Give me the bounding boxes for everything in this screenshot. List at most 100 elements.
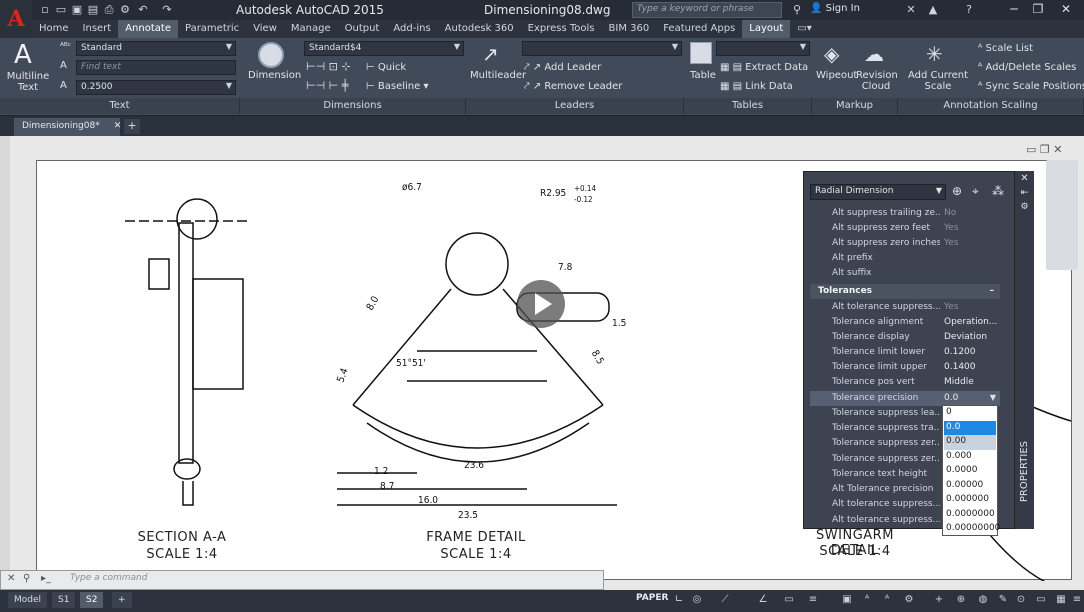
link-data-button[interactable]: ▦ ▤ Link Data [720,81,793,92]
property-row[interactable]: Alt suppress zero inches Yes [810,236,1000,251]
remove-leader-button[interactable]: ⤤ ↗ Remove Leader [524,81,622,92]
undo-icon[interactable]: ↶ [136,3,150,17]
tab-layout[interactable]: Layout [742,20,791,38]
minimize-button[interactable]: ─ [1002,1,1026,18]
scale-list-button[interactable]: ᴬ Scale List [978,43,1033,54]
close-button[interactable]: ✕ [1054,1,1078,18]
file-tab[interactable]: Dimensioning08* ✕ [14,118,121,136]
revision-cloud-icon[interactable]: ☁ [864,42,884,66]
property-row[interactable]: Alt prefix [810,251,1000,266]
multiline-text-button[interactable]: Multiline Text [6,71,50,93]
new-tab-button[interactable]: + [124,119,140,134]
extract-data-button[interactable]: ▦ ▤ Extract Data [720,62,808,73]
add-current-scale-icon[interactable]: ✳ [926,42,943,66]
tab-manage[interactable]: Manage [284,20,338,38]
gear-icon[interactable]: ⚙ [1015,202,1034,212]
lineweight-icon[interactable]: ≡ [806,593,820,607]
tolerances-section-header[interactable]: Tolerances – [810,284,1000,299]
tab-view[interactable]: View [246,20,284,38]
grid-icon[interactable]: ◎ [690,593,704,607]
dimensions-panel-title[interactable]: Dimensions [240,98,466,114]
help-icon[interactable]: ? [962,3,976,17]
property-row[interactable]: Alt suffix [810,266,1000,281]
tab-home[interactable]: Home [32,20,76,38]
wrench-icon[interactable]: ⚲ [23,573,30,584]
multileader-style-select[interactable]: ▼ [522,41,682,56]
property-row[interactable]: Tolerance alignment Operation... [810,315,1000,330]
redo-icon[interactable]: ↷ [160,3,174,17]
tab-annotate[interactable]: Annotate [118,20,178,38]
save-icon[interactable]: ▣ [70,3,84,17]
annotation-scaling-panel-title[interactable]: Annotation Scaling [898,98,1084,114]
table-style-select[interactable]: ▼ [716,41,810,56]
search-input[interactable]: Type a keyword or phrase [632,2,782,18]
quick-dimension-button[interactable]: ⊢ Quick [366,62,406,73]
save-as-icon[interactable]: ▤ [86,3,100,17]
dropdown-option[interactable]: 0.000 [944,450,996,465]
layout-tab-model[interactable]: Model [8,592,48,608]
properties-icon[interactable]: ⚙ [118,3,132,17]
layout-tab-s2[interactable]: S2 [80,592,104,608]
markup-panel-title[interactable]: Markup [812,98,898,114]
dimension-style-select[interactable]: Standard$4 ▼ [304,41,464,56]
add-delete-scales-button[interactable]: ᴬ Add/Delete Scales [978,62,1076,73]
dropdown-option[interactable]: 0.0000 [944,464,996,479]
multileader-icon[interactable]: ↗ [482,42,499,66]
polar-icon[interactable]: ∠ [756,593,770,607]
property-row-active[interactable]: Tolerance precision 0.0 ▼ [810,391,1000,406]
tab-output[interactable]: Output [338,20,387,38]
dropdown-option[interactable]: 0.00000000 [944,522,1000,537]
play-video-button[interactable] [517,280,565,328]
tab-featured-apps[interactable]: Featured Apps [656,20,742,38]
isolate-objects-icon[interactable]: ✎ [996,593,1010,607]
exchange-icon[interactable]: ✕ [904,3,918,17]
property-row[interactable]: Tolerance display Deviation [810,330,1000,345]
customization-icon[interactable]: ▦ [1054,593,1068,607]
application-menu-button[interactable]: A [0,0,32,38]
annotation-visibility-icon[interactable]: ᴬ [880,593,894,607]
layout-tab-s1[interactable]: S1 [52,592,76,608]
binoculars-icon[interactable]: ⚲ [790,3,804,17]
find-text-input[interactable]: Find text [76,60,236,75]
continue-dim-icon[interactable]: ⊢⊣ ⊢ ╪ [306,79,348,92]
dimension-icon[interactable] [258,42,284,68]
dropdown-option[interactable]: 0.00000 [944,479,996,494]
object-type-select[interactable]: Radial Dimension ▼ [810,184,946,200]
snap-icon[interactable]: ∟ [672,593,686,607]
ortho-icon[interactable]: ⟋ [718,593,732,607]
revision-cloud-button[interactable]: Revision Cloud [856,70,898,92]
quick-properties-icon[interactable]: ▣ [840,593,854,607]
tables-panel-title[interactable]: Tables [684,98,812,114]
open-icon[interactable]: ▭ [54,3,68,17]
property-row[interactable]: Alt suppress trailing ze... No [810,206,1000,221]
workspace-icon[interactable]: ⚙ [902,593,916,607]
menu-icon[interactable]: ≡ [1070,593,1084,607]
chevron-down-icon[interactable]: ▼ [990,393,996,402]
text-style-select[interactable]: Standard ▼ [76,41,236,56]
property-row[interactable]: Alt tolerance suppress... Yes [810,300,1000,315]
clean-screen-icon[interactable]: ▭ [1034,593,1048,607]
hardware-acceleration-icon[interactable]: ◍ [976,593,990,607]
leaders-panel-title[interactable]: Leaders [466,98,684,114]
sync-scale-positions-button[interactable]: ᴬ Sync Scale Positions [978,81,1084,92]
units-icon[interactable]: ⊕ [954,593,968,607]
table-button[interactable]: Table [690,70,716,81]
tab-parametric[interactable]: Parametric [178,20,246,38]
osnap-icon[interactable]: ▭ [782,593,796,607]
restore-button[interactable]: ❐ [1026,1,1050,18]
dropdown-option[interactable]: 0 [944,406,996,421]
quick-select-icon[interactable]: ⁂ [992,184,1004,198]
autohide-icon[interactable]: ⇤ [1015,188,1034,198]
paper-space-toggle[interactable]: PAPER [636,593,668,603]
annotation-scale-icon[interactable]: ᴬ [860,593,874,607]
close-icon[interactable]: ✕ [7,573,15,584]
tab-express-tools[interactable]: Express Tools [521,20,602,38]
command-input[interactable]: Type a command [70,573,147,583]
toggle-pickadd-icon[interactable]: ⊕ [952,184,962,198]
tab-addins[interactable]: Add-ins [386,20,437,38]
close-icon[interactable]: ✕ [1015,173,1034,184]
property-row[interactable]: Alt suppress zero feet Yes [810,221,1000,236]
tab-bim360[interactable]: BIM 360 [602,20,657,38]
add-leader-button[interactable]: ⤤ ↗ Add Leader [524,62,601,73]
linear-dim-icon[interactable]: ⊢⊣ ⊡ ⊹ [306,60,351,73]
